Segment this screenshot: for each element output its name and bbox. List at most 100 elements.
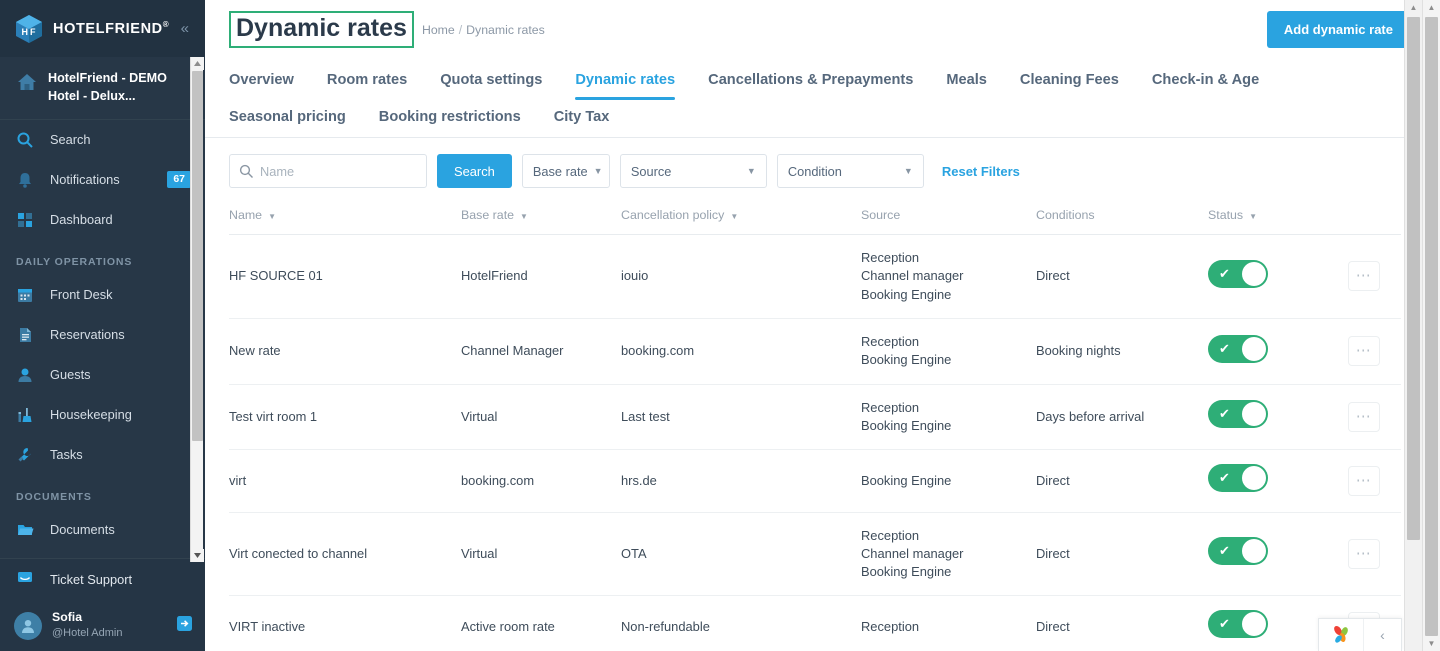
sidebar-item-dashboard[interactable]: Dashboard (0, 200, 205, 240)
kebab-icon[interactable]: ⋯ (1348, 261, 1380, 292)
tab-cleaning-fees[interactable]: Cleaning Fees (1020, 63, 1119, 100)
tab-dynamic-rates[interactable]: Dynamic rates (575, 63, 675, 100)
sidebar-user-block[interactable]: Sofia @Hotel Admin (0, 600, 205, 651)
table-row[interactable]: VIRT inactive Active room rate Non-refunda… (229, 595, 1401, 651)
sidebar-item-label: Notifications (50, 172, 120, 187)
sidebar-item-partial[interactable] (0, 550, 205, 559)
sidebar-hotel-selector[interactable]: HotelFriend - DEMO Hotel - Delux... (0, 57, 205, 120)
search-button[interactable]: Search (437, 154, 512, 188)
status-toggle[interactable]: ✔ (1208, 334, 1268, 363)
scroll-up-arrow-icon[interactable] (191, 57, 204, 70)
condition-filter-select[interactable]: Condition ▼ (776, 154, 924, 188)
sidebar-user-name: Sofia (52, 610, 83, 625)
notifications-badge: 67 (167, 170, 191, 189)
table-row[interactable]: Test virt room 1 Virtual Last test Receptio… (229, 384, 1401, 451)
sidebar-item-front-desk[interactable]: Front Desk (0, 275, 205, 315)
breadcrumb-home[interactable]: Home (422, 23, 455, 37)
sort-caret-icon: ▼ (268, 212, 276, 221)
app-root: H F HOTELFRIEND® « HotelFriend - DEMO Ho… (0, 0, 1440, 651)
search-input[interactable] (230, 155, 426, 187)
sort-caret-icon: ▼ (1249, 212, 1258, 221)
status-toggle[interactable]: ✔ (1208, 537, 1268, 566)
sidebar-item-label: Search (50, 132, 91, 147)
scroll-down-arrow-icon[interactable] (191, 549, 204, 562)
sidebar-item-documents[interactable]: Documents (0, 510, 205, 550)
table-row[interactable]: virt booking.com hrs.de Booking Engine Direc… (229, 449, 1401, 513)
kebab-icon[interactable]: ⋯ (1348, 336, 1380, 367)
tab-quota-settings[interactable]: Quota settings (440, 63, 542, 100)
cell-base-rate: booking.com (461, 449, 621, 513)
tab-check-in-age[interactable]: Check-in & Age (1152, 63, 1259, 100)
grid-icon (16, 211, 38, 229)
status-toggle[interactable]: ✔ (1208, 259, 1268, 288)
scroll-down-arrow-icon[interactable]: ▼ (1423, 636, 1440, 651)
page-header: Dynamic rates Home / Dynamic rates Add dyn… (205, 0, 1440, 57)
cell-name: Test virt room 1 (229, 384, 461, 451)
column-header-name[interactable]: Name ▼ (229, 202, 461, 235)
cell-status: ✔ (1208, 318, 1348, 385)
sidebar-item-label: Ticket Support (50, 572, 133, 587)
cell-conditions: Direct (1036, 512, 1208, 597)
cell-status: ✔ (1208, 512, 1348, 597)
cell-cancellation-policy: booking.com (621, 318, 861, 385)
logout-arrow-icon[interactable] (176, 615, 193, 637)
toggle-knob (1242, 466, 1266, 491)
cell-name: Virt conected to channel (229, 512, 461, 597)
tab-meals[interactable]: Meals (946, 63, 987, 100)
cell-base-rate: Active room rate (461, 595, 621, 651)
content-scrollbar-thumb[interactable] (1407, 17, 1420, 540)
table-row[interactable]: HF SOURCE 01 HotelFriend iouio Reception Ch… (229, 234, 1401, 319)
name-search-box[interactable] (229, 154, 427, 188)
chevron-double-left-icon[interactable]: « (177, 17, 193, 40)
add-dynamic-rate-button[interactable]: Add dynamic rate (1266, 11, 1410, 48)
source-filter-select[interactable]: Source ▼ (619, 154, 767, 188)
status-toggle[interactable]: ✔ (1208, 400, 1268, 429)
sidebar-scroll-area: HotelFriend - DEMO Hotel - Delux... Sear… (0, 57, 205, 558)
reset-filters-link[interactable]: Reset Filters (942, 164, 1020, 179)
scroll-up-arrow-icon[interactable]: ▲ (1405, 0, 1422, 15)
chevron-left-icon[interactable]: ‹ (1363, 619, 1401, 651)
table-row[interactable]: New rate Channel Manager booking.com Recept… (229, 318, 1401, 385)
user-icon (16, 366, 38, 384)
cell-source: Reception Channel manager Booking Engine (861, 512, 1036, 597)
sidebar-item-housekeeping[interactable]: Housekeeping (0, 395, 205, 435)
sidebar-item-search[interactable]: Search (0, 120, 205, 160)
content-scrollbar[interactable]: ▲ (1404, 0, 1422, 651)
table-header-row: Name ▼ Base rate ▼ Cancellation policy ▼ So… (229, 202, 1401, 235)
tab-room-rates[interactable]: Room rates (327, 63, 407, 100)
status-toggle[interactable]: ✔ (1208, 464, 1268, 493)
sidebar-item-ticket-support[interactable]: Ticket Support (0, 559, 205, 600)
cell-status: ✔ (1208, 449, 1348, 513)
column-header-base-rate[interactable]: Base rate ▼ (461, 202, 621, 235)
kebab-icon[interactable]: ⋯ (1348, 401, 1380, 432)
kebab-icon[interactable]: ⋯ (1348, 465, 1380, 496)
table-row[interactable]: Virt conected to channel Virtual OTA Recept… (229, 512, 1401, 597)
status-toggle[interactable]: ✔ (1208, 610, 1268, 639)
sidebar-scrollbar-thumb[interactable] (192, 71, 203, 441)
base-rate-filter-select[interactable]: Base rate ▼ (521, 154, 610, 188)
column-header-cancellation-policy[interactable]: Cancellation policy ▼ (621, 202, 861, 235)
check-icon: ✔ (1219, 616, 1230, 632)
window-scrollbar[interactable]: ▲ ▼ (1422, 0, 1440, 651)
scroll-up-arrow-icon[interactable]: ▲ (1423, 0, 1440, 15)
column-header-status[interactable]: Status ▼ (1208, 202, 1348, 235)
column-header-source: Source (861, 202, 1036, 235)
cell-base-rate: Virtual (461, 512, 621, 597)
window-scrollbar-thumb[interactable] (1425, 17, 1438, 636)
kebab-icon[interactable]: ⋯ (1348, 538, 1380, 569)
chat-widget[interactable]: ‹ (1318, 618, 1402, 651)
chevron-down-icon: ▼ (746, 166, 756, 176)
sidebar-item-tasks[interactable]: Tasks (0, 435, 205, 475)
tab-seasonal-pricing[interactable]: Seasonal pricing (229, 100, 346, 137)
sidebar-item-guests[interactable]: Guests (0, 355, 205, 395)
tab-city-tax[interactable]: City Tax (554, 100, 610, 137)
search-icon (16, 131, 38, 149)
sidebar-item-reservations[interactable]: Reservations (0, 315, 205, 355)
page-title: Dynamic rates (229, 11, 414, 48)
tab-booking-restrictions[interactable]: Booking restrictions (379, 100, 521, 137)
tab-cancellations-prepayments[interactable]: Cancellations & Prepayments (708, 63, 913, 100)
sidebar-item-notifications[interactable]: Notifications 67 (0, 160, 205, 200)
pinwheel-logo-icon[interactable] (1319, 619, 1363, 651)
tab-overview[interactable]: Overview (229, 63, 294, 100)
sidebar-scrollbar[interactable] (190, 57, 204, 562)
